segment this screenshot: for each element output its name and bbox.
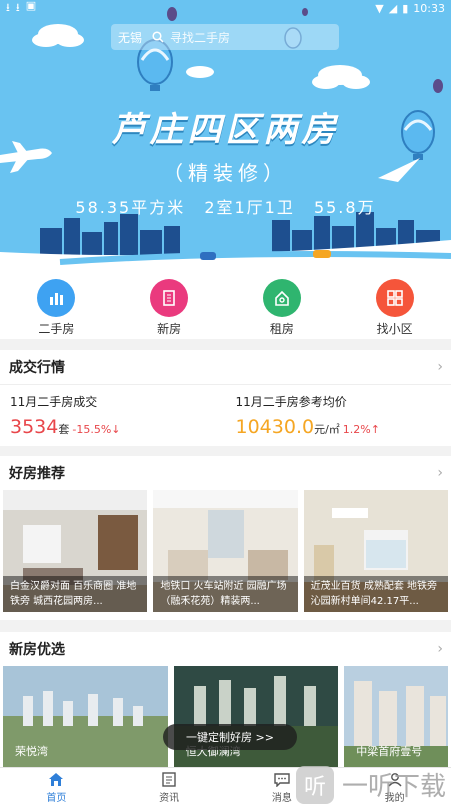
banner-subtitle: （精装修） [163,161,288,185]
banner-specs: 58.35平方米 2室1厅1卫 55.8万 [75,198,376,217]
section-header[interactable]: 好房推荐 › [0,456,451,490]
category-new-home[interactable]: 新房 [113,271,226,339]
listing-caption: 白金汉爵对面 百乐商圈 准地铁旁 城西花园两房... [3,576,148,612]
section-title: 好房推荐 [9,466,65,482]
building-chart-icon [37,279,76,317]
section-title: 新房优选 [9,642,65,658]
avg-price-panel[interactable]: 11月二手房参考均价 10430.0 元/㎡ 1.2%↑ [226,385,451,438]
watermark-logo: 听 [296,765,334,804]
deal-count-unit: 套 [58,423,70,436]
avg-price-change: 1.2%↑ [342,423,380,436]
category-row: 二手房 新房 租房 找小区 [0,271,451,339]
category-second-hand[interactable]: 二手房 [0,271,113,339]
new-homes-section: 新房优选 › 荣悦湾 恒大御澜湾 中梁首府壹号 [0,632,451,775]
category-rent[interactable]: 租房 [226,271,339,339]
category-label: 租房 [269,322,294,336]
tab-label: 资讯 [159,793,180,804]
wifi-icon: ▼ [375,1,384,15]
chevron-right-icon[interactable]: › [437,359,443,375]
section-title: 成交行情 [9,360,65,376]
search-icon [152,31,164,43]
deal-count-panel[interactable]: 11月二手房成交 3534 套 -15.5%↓ [0,385,226,438]
category-label: 二手房 [38,322,75,336]
new-home-card[interactable]: 恒大御澜湾 [173,666,339,767]
category-find-community[interactable]: 找小区 [338,271,451,339]
deal-count-value: 3534 [10,416,59,438]
listing-card[interactable]: 近茂业百货 成熟配套 地铁旁 沁园新村单间42.17平... [303,490,448,612]
recommended-section: 好房推荐 › 白金汉爵对面 百乐商圈 准地铁旁 城西花园两房... 地铁口 火车… [0,456,451,620]
download-icon: ⭳ [15,0,20,14]
home-icon [49,773,64,786]
search-bar[interactable]: 无锡 寻找二手房 [111,24,339,50]
deal-count-change: -15.5%↓ [72,423,121,436]
section-header[interactable]: 新房优选 › [0,632,451,666]
house-key-icon [262,279,301,317]
building-icon [150,279,189,317]
banner-title: 芦庄四区两房 [111,110,340,150]
search-placeholder[interactable]: 寻找二手房 [170,29,230,46]
avg-price-value: 10430.0 [235,416,315,438]
new-home-card[interactable]: 中梁首府壹号 [344,666,449,767]
category-label: 找小区 [376,322,413,336]
new-home-name: 荣悦湾 [15,745,48,758]
new-home-name: 中梁首府壹号 [356,745,423,758]
tab-news[interactable]: 资讯 [113,768,226,807]
download-site-watermark: 听 一听下载 [296,762,451,807]
tab-label: 消息 [271,793,292,804]
listing-card[interactable]: 地铁口 火车站附近 园融广场（融禾花苑）精装两... [153,490,298,612]
status-time: 10:33 [413,1,445,15]
download-icon: ⭳ [6,0,10,14]
avg-price-label: 11月二手房参考均价 [235,395,347,409]
chevron-right-icon[interactable]: › [437,465,443,481]
promo-banner[interactable]: 无锡 寻找二手房 芦庄四区两房 （精装修） 58.35平方米 2室1厅1卫 55… [0,0,451,271]
new-home-card[interactable]: 荣悦湾 [3,666,168,767]
city-selector[interactable]: 无锡 [118,29,142,46]
app-notification-icon: ▣ [25,0,37,12]
avg-price-unit: 元/㎡ [314,423,340,436]
tab-label: 首页 [46,793,67,804]
listing-card[interactable]: 白金汉爵对面 百乐商圈 准地铁旁 城西花园两房... [3,490,148,612]
message-icon [274,773,290,787]
signal-icon: ◢ [388,1,398,15]
listing-caption: 地铁口 火车站附近 园融广场（融禾花苑）精装两... [153,576,298,612]
tab-home[interactable]: 首页 [0,768,113,807]
section-header[interactable]: 成交行情 › [0,350,451,384]
watermark-text: 一听下载 [342,772,447,802]
chevron-right-icon[interactable]: › [437,641,443,657]
battery-icon: ▮ [402,1,409,15]
listing-caption: 近茂业百货 成熟配套 地铁旁 沁园新村单间42.17平... [303,576,448,612]
category-label: 新房 [157,322,182,336]
deal-count-label: 11月二手房成交 [10,395,98,409]
status-bar: ⭳ ⭳ ▣ ▼ ◢ ▮ 10:33 [0,0,451,16]
market-deals-section: 成交行情 › 11月二手房成交 3534 套 -15.5%↓ 11月二手房参考均… [0,350,451,446]
grid-icon [375,279,414,317]
news-icon [162,772,176,787]
custom-home-button[interactable]: 一键定制好房 >> [163,724,297,750]
